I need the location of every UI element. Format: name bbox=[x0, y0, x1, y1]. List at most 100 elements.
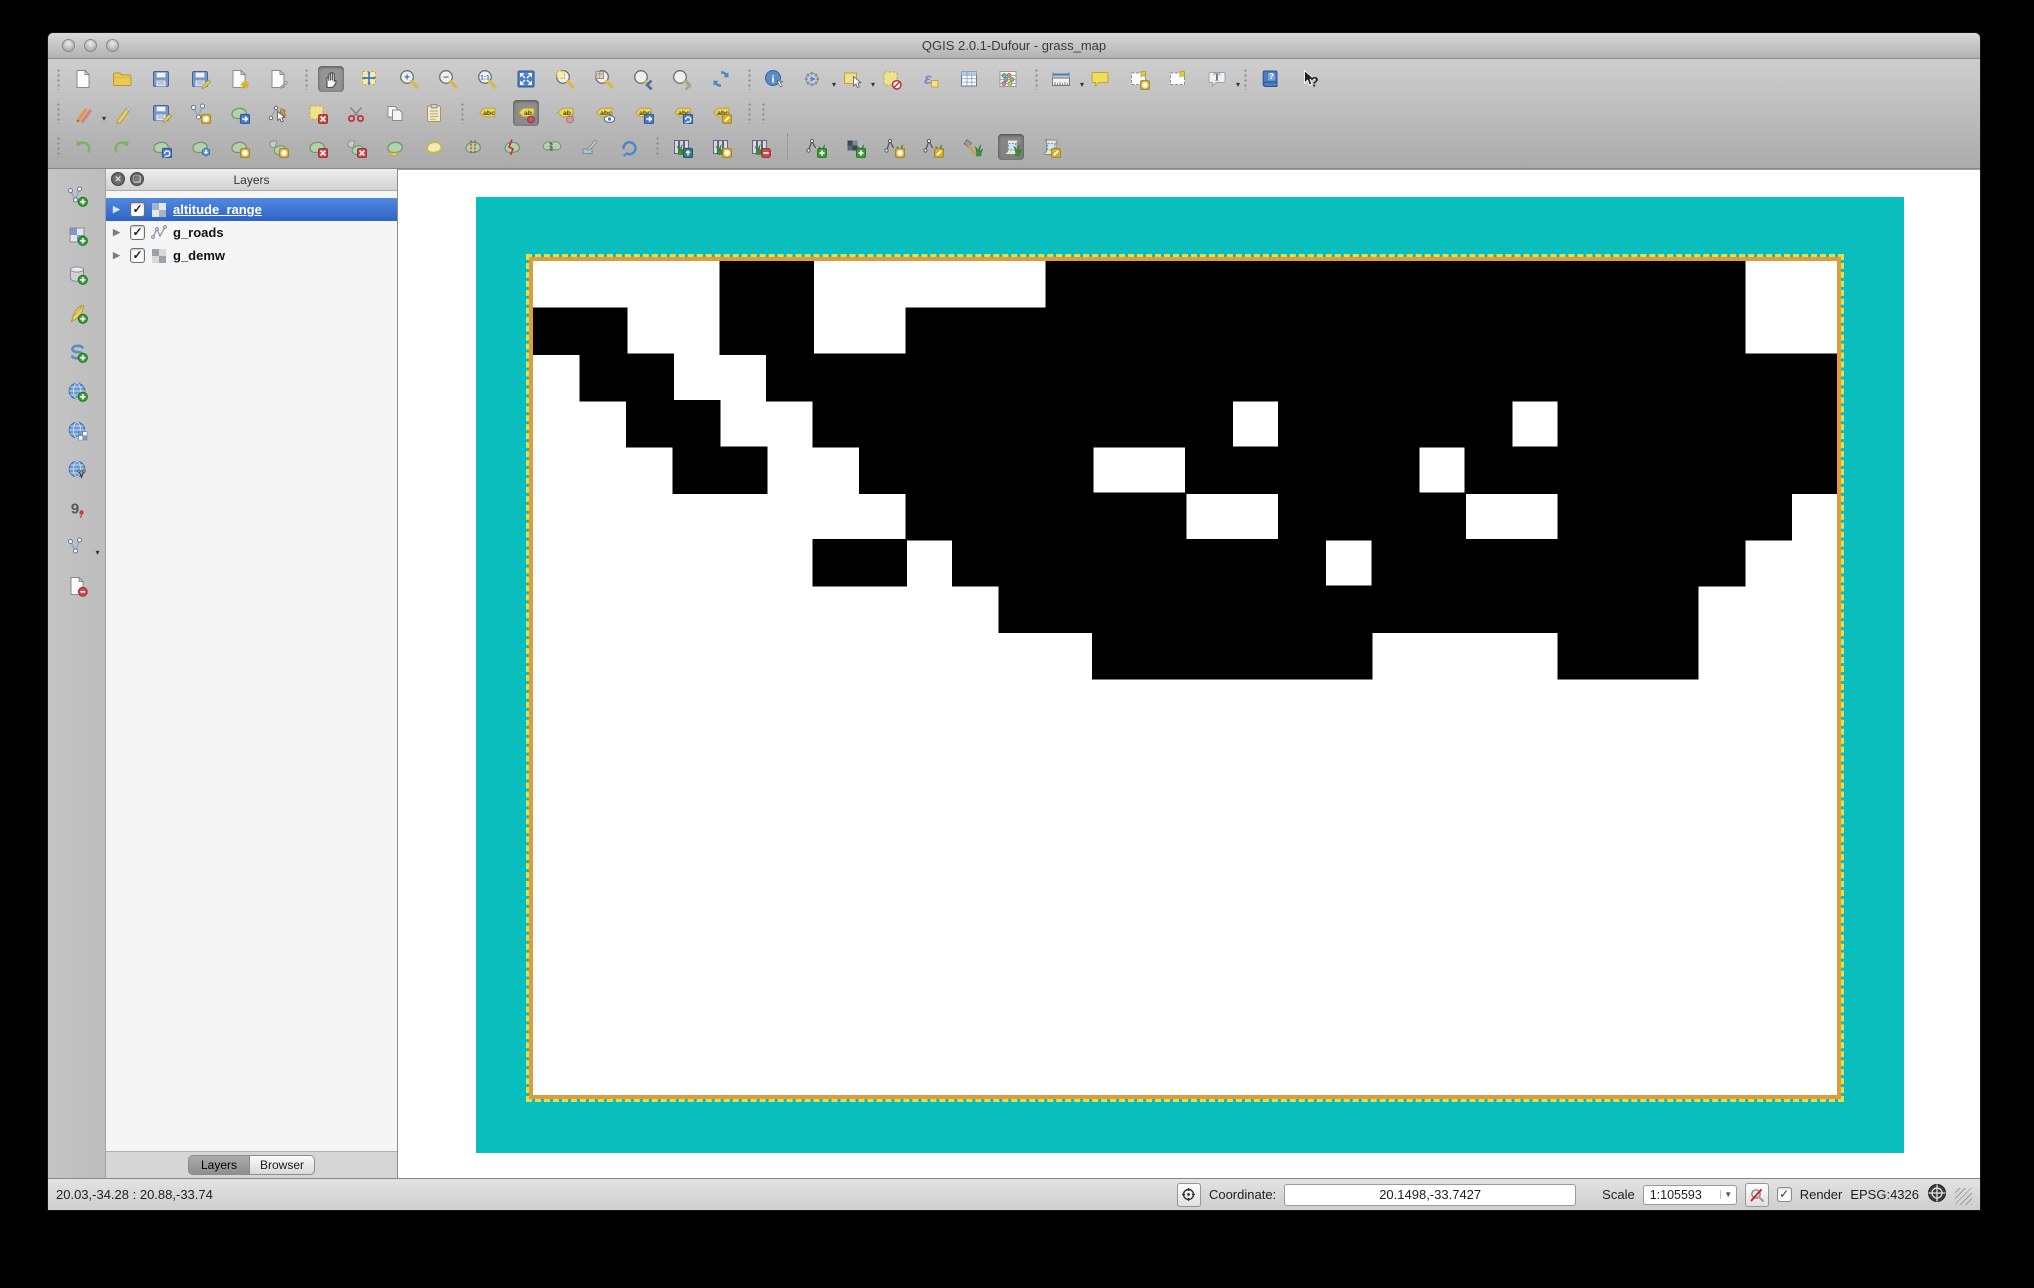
move-feature-icon[interactable] bbox=[226, 100, 252, 126]
redo-icon[interactable] bbox=[109, 134, 135, 160]
toolbar-drag-handle[interactable] bbox=[655, 136, 661, 158]
select-features-icon[interactable]: ▾ bbox=[839, 66, 865, 92]
select-by-expression-icon[interactable]: ε bbox=[917, 66, 943, 92]
run-feature-action-icon[interactable]: ▾ bbox=[800, 66, 826, 92]
toolbar-drag-handle[interactable] bbox=[747, 102, 753, 124]
rotate-feature-icon[interactable] bbox=[148, 134, 174, 160]
new-shapefile-layer-icon[interactable]: ▾ bbox=[64, 534, 90, 560]
split-features-icon[interactable] bbox=[499, 134, 525, 160]
scale-dropdown-icon[interactable]: ▼ bbox=[1720, 1190, 1736, 1199]
whats-this-icon[interactable]: ? bbox=[1296, 66, 1322, 92]
scale-combobox[interactable]: 1:105593 ▼ bbox=[1643, 1185, 1737, 1205]
save-project-icon[interactable] bbox=[148, 66, 174, 92]
tab-browser[interactable]: Browser bbox=[250, 1155, 315, 1175]
labeling-options-icon[interactable]: abc bbox=[474, 100, 500, 126]
add-wcs-layer-icon[interactable] bbox=[64, 417, 90, 443]
grass-region-display-icon[interactable] bbox=[998, 134, 1024, 160]
crs-status-icon[interactable] bbox=[1927, 1183, 1947, 1206]
identify-features-icon[interactable]: i bbox=[761, 66, 787, 92]
map-canvas[interactable] bbox=[398, 169, 1980, 1178]
layer-item-altitude_range[interactable]: ▶✓altitude_range bbox=[106, 198, 397, 221]
set-label-icon[interactable]: ab bbox=[513, 100, 539, 126]
dropdown-arrow-icon[interactable]: ▾ bbox=[832, 80, 836, 89]
expand-arrow-icon[interactable]: ▶ bbox=[113, 204, 124, 215]
add-oracle-georaster-layer-icon[interactable]: 9 bbox=[64, 495, 90, 521]
zoom-next-icon[interactable] bbox=[669, 66, 695, 92]
pan-map-icon[interactable] bbox=[318, 66, 344, 92]
minimize-window-icon[interactable] bbox=[84, 39, 97, 52]
dropdown-arrow-icon[interactable]: ▾ bbox=[871, 80, 875, 89]
add-feature-icon[interactable] bbox=[187, 100, 213, 126]
paste-features-icon[interactable] bbox=[421, 100, 447, 126]
delete-ring-icon[interactable] bbox=[304, 134, 330, 160]
expand-arrow-icon[interactable]: ▶ bbox=[113, 227, 124, 238]
toolbar-drag-handle[interactable] bbox=[304, 68, 310, 90]
undo-icon[interactable] bbox=[70, 134, 96, 160]
layer-item-g_roads[interactable]: ▶✓g_roads bbox=[106, 221, 397, 244]
toolbar-drag-handle[interactable] bbox=[56, 136, 62, 158]
show-bookmarks-icon[interactable] bbox=[1165, 66, 1191, 92]
delete-part-icon[interactable] bbox=[343, 134, 369, 160]
layer-visibility-checkbox[interactable]: ✓ bbox=[130, 248, 145, 263]
title-bar[interactable]: QGIS 2.0.1-Dufour - grass_map bbox=[48, 33, 1980, 59]
add-raster-layer-icon[interactable] bbox=[64, 222, 90, 248]
offset-curve-icon[interactable] bbox=[382, 134, 408, 160]
save-layer-edits-icon[interactable] bbox=[148, 100, 174, 126]
remove-layer-icon[interactable] bbox=[64, 573, 90, 599]
zoom-to-layer-icon[interactable] bbox=[591, 66, 617, 92]
layer-visibility-checkbox[interactable]: ✓ bbox=[130, 225, 145, 240]
pan-to-selection-icon[interactable] bbox=[357, 66, 383, 92]
measure-line-icon[interactable]: ▾ bbox=[1048, 66, 1074, 92]
zoom-to-selection-icon[interactable] bbox=[552, 66, 578, 92]
dropdown-arrow-icon[interactable]: ▾ bbox=[1080, 80, 1084, 89]
add-wfs-layer-icon[interactable] bbox=[64, 456, 90, 482]
toolbar-drag-handle[interactable] bbox=[1034, 68, 1040, 90]
rotate-label-icon[interactable]: abc bbox=[669, 100, 695, 126]
new-project-icon[interactable] bbox=[70, 66, 96, 92]
field-calculator-icon[interactable] bbox=[995, 66, 1021, 92]
dropdown-arrow-icon[interactable]: ▾ bbox=[95, 548, 99, 557]
add-spatialite-layer-icon[interactable] bbox=[64, 300, 90, 326]
add-wms-layer-icon[interactable] bbox=[64, 378, 90, 404]
merge-features-icon[interactable] bbox=[538, 134, 564, 160]
grass-close-mapset-icon[interactable] bbox=[747, 134, 773, 160]
delete-selected-icon[interactable] bbox=[304, 100, 330, 126]
dropdown-arrow-icon[interactable]: ▾ bbox=[1236, 80, 1240, 89]
zoom-full-icon[interactable] bbox=[513, 66, 539, 92]
zoom-native-icon[interactable]: 1:1 bbox=[474, 66, 500, 92]
text-annotation-icon[interactable]: T▾ bbox=[1204, 66, 1230, 92]
zoom-window-icon[interactable] bbox=[106, 39, 119, 52]
grass-region-edit-icon[interactable] bbox=[1037, 134, 1063, 160]
show-hide-labels-icon[interactable]: abc bbox=[591, 100, 617, 126]
zoom-in-icon[interactable]: + bbox=[396, 66, 422, 92]
add-postgis-layer-icon[interactable] bbox=[64, 261, 90, 287]
help-contents-icon[interactable]: ? bbox=[1257, 66, 1283, 92]
reshape-features-icon[interactable] bbox=[421, 134, 447, 160]
cut-features-icon[interactable] bbox=[343, 100, 369, 126]
composer-manager-icon[interactable] bbox=[265, 66, 291, 92]
layer-visibility-checkbox[interactable]: ✓ bbox=[130, 202, 145, 217]
refresh-map-icon[interactable] bbox=[708, 66, 734, 92]
grass-new-vector-icon[interactable] bbox=[881, 134, 907, 160]
simplify-feature-icon[interactable] bbox=[187, 134, 213, 160]
copy-features-icon[interactable] bbox=[382, 100, 408, 126]
current-edits-icon[interactable]: ▾ bbox=[70, 100, 96, 126]
toolbar-drag-handle[interactable] bbox=[761, 102, 767, 124]
tab-layers[interactable]: Layers bbox=[188, 1155, 250, 1175]
rotate-point-symbols-icon[interactable] bbox=[616, 134, 642, 160]
dropdown-arrow-icon[interactable]: ▾ bbox=[102, 114, 106, 123]
grass-tools-icon[interactable] bbox=[959, 134, 985, 160]
resize-grip[interactable] bbox=[1955, 1188, 1972, 1205]
deselect-features-icon[interactable] bbox=[878, 66, 904, 92]
pin-label-icon[interactable]: ab bbox=[552, 100, 578, 126]
layer-item-g_demw[interactable]: ▶✓g_demw bbox=[106, 244, 397, 267]
toolbar-drag-handle[interactable] bbox=[56, 68, 62, 90]
open-project-icon[interactable] bbox=[109, 66, 135, 92]
node-tool-icon[interactable] bbox=[265, 100, 291, 126]
add-mssql-layer-icon[interactable] bbox=[64, 339, 90, 365]
toolbar-drag-handle[interactable] bbox=[1243, 68, 1249, 90]
grass-open-mapset-icon[interactable] bbox=[669, 134, 695, 160]
close-window-icon[interactable] bbox=[62, 39, 75, 52]
add-ring-icon[interactable] bbox=[226, 134, 252, 160]
grass-edit-attributes-icon[interactable] bbox=[920, 134, 946, 160]
